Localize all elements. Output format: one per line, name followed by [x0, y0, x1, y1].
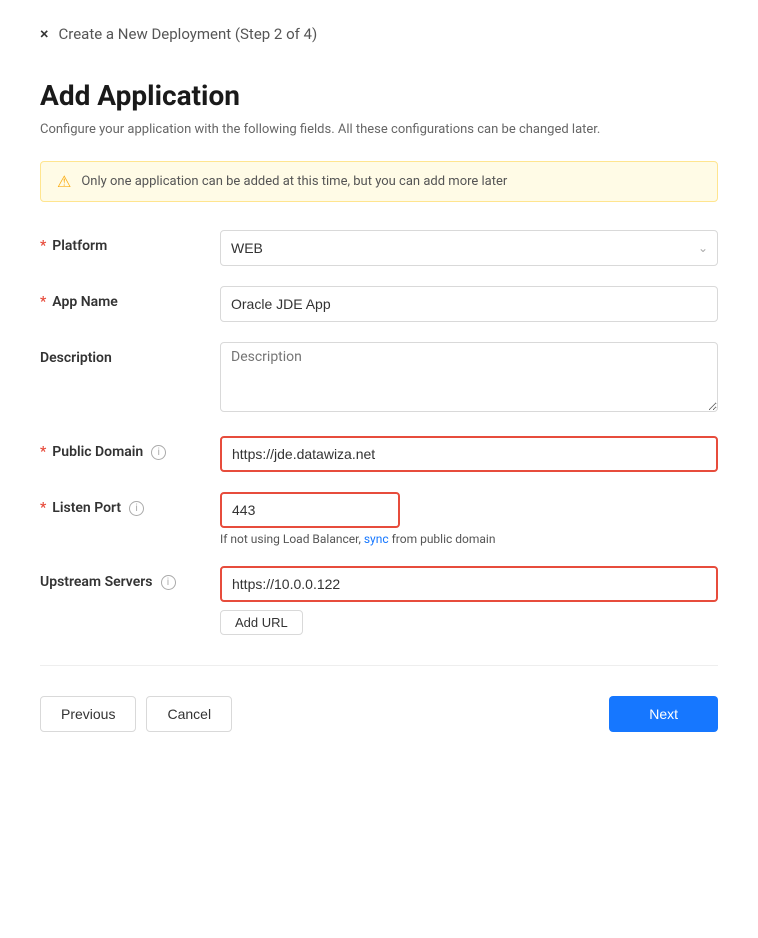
description-row: Description — [40, 342, 718, 416]
close-icon[interactable]: × — [40, 24, 49, 43]
description-textarea[interactable] — [220, 342, 718, 412]
footer-left-buttons: Previous Cancel — [40, 696, 232, 732]
dialog-title: Create a New Deployment (Step 2 of 4) — [59, 25, 318, 43]
info-icon: ⚠ — [57, 172, 71, 191]
description-label: Description — [40, 342, 220, 366]
listen-port-label: * Listen Port i — [40, 492, 220, 516]
platform-select[interactable]: WEB Mobile API — [220, 230, 718, 266]
info-icon[interactable]: i — [161, 575, 176, 590]
footer-buttons: Previous Cancel Next — [40, 696, 718, 732]
platform-select-wrapper: WEB Mobile API ⌄ — [220, 230, 718, 266]
required-marker: * — [40, 294, 46, 310]
alert-text: Only one application can be added at thi… — [81, 174, 507, 189]
previous-button[interactable]: Previous — [40, 696, 136, 732]
public-domain-label: * Public Domain i — [40, 436, 220, 460]
app-name-field — [220, 286, 718, 322]
required-marker: * — [40, 444, 46, 460]
listen-port-row: * Listen Port i If not using Load Balanc… — [40, 492, 718, 546]
upstream-servers-row: Upstream Servers i Add URL — [40, 566, 718, 635]
cancel-button[interactable]: Cancel — [146, 696, 232, 732]
add-url-button[interactable]: Add URL — [220, 610, 303, 635]
public-domain-input[interactable] — [220, 436, 718, 472]
upstream-servers-field: Add URL — [220, 566, 718, 635]
upstream-servers-label: Upstream Servers i — [40, 566, 220, 590]
platform-label: * Platform — [40, 230, 220, 254]
listen-port-field: If not using Load Balancer, sync from pu… — [220, 492, 718, 546]
info-icon[interactable]: i — [151, 445, 166, 460]
page-subtitle: Configure your application with the foll… — [40, 122, 718, 137]
required-marker: * — [40, 238, 46, 254]
app-name-input[interactable] — [220, 286, 718, 322]
description-field — [220, 342, 718, 416]
app-name-label: * App Name — [40, 286, 220, 310]
public-domain-field — [220, 436, 718, 472]
info-icon[interactable]: i — [129, 501, 144, 516]
alert-banner: ⚠ Only one application can be added at t… — [40, 161, 718, 202]
page-title: Add Application — [40, 79, 718, 112]
dialog-header: × Create a New Deployment (Step 2 of 4) — [40, 24, 718, 43]
required-marker: * — [40, 500, 46, 516]
listen-port-input[interactable] — [220, 492, 400, 528]
sync-link[interactable]: sync — [364, 532, 389, 546]
app-name-row: * App Name — [40, 286, 718, 322]
platform-field: WEB Mobile API ⌄ — [220, 230, 718, 266]
next-button[interactable]: Next — [609, 696, 718, 732]
public-domain-row: * Public Domain i — [40, 436, 718, 472]
upstream-servers-input[interactable] — [220, 566, 718, 602]
divider — [40, 665, 718, 666]
platform-row: * Platform WEB Mobile API ⌄ — [40, 230, 718, 266]
listen-port-hint: If not using Load Balancer, sync from pu… — [220, 532, 718, 546]
